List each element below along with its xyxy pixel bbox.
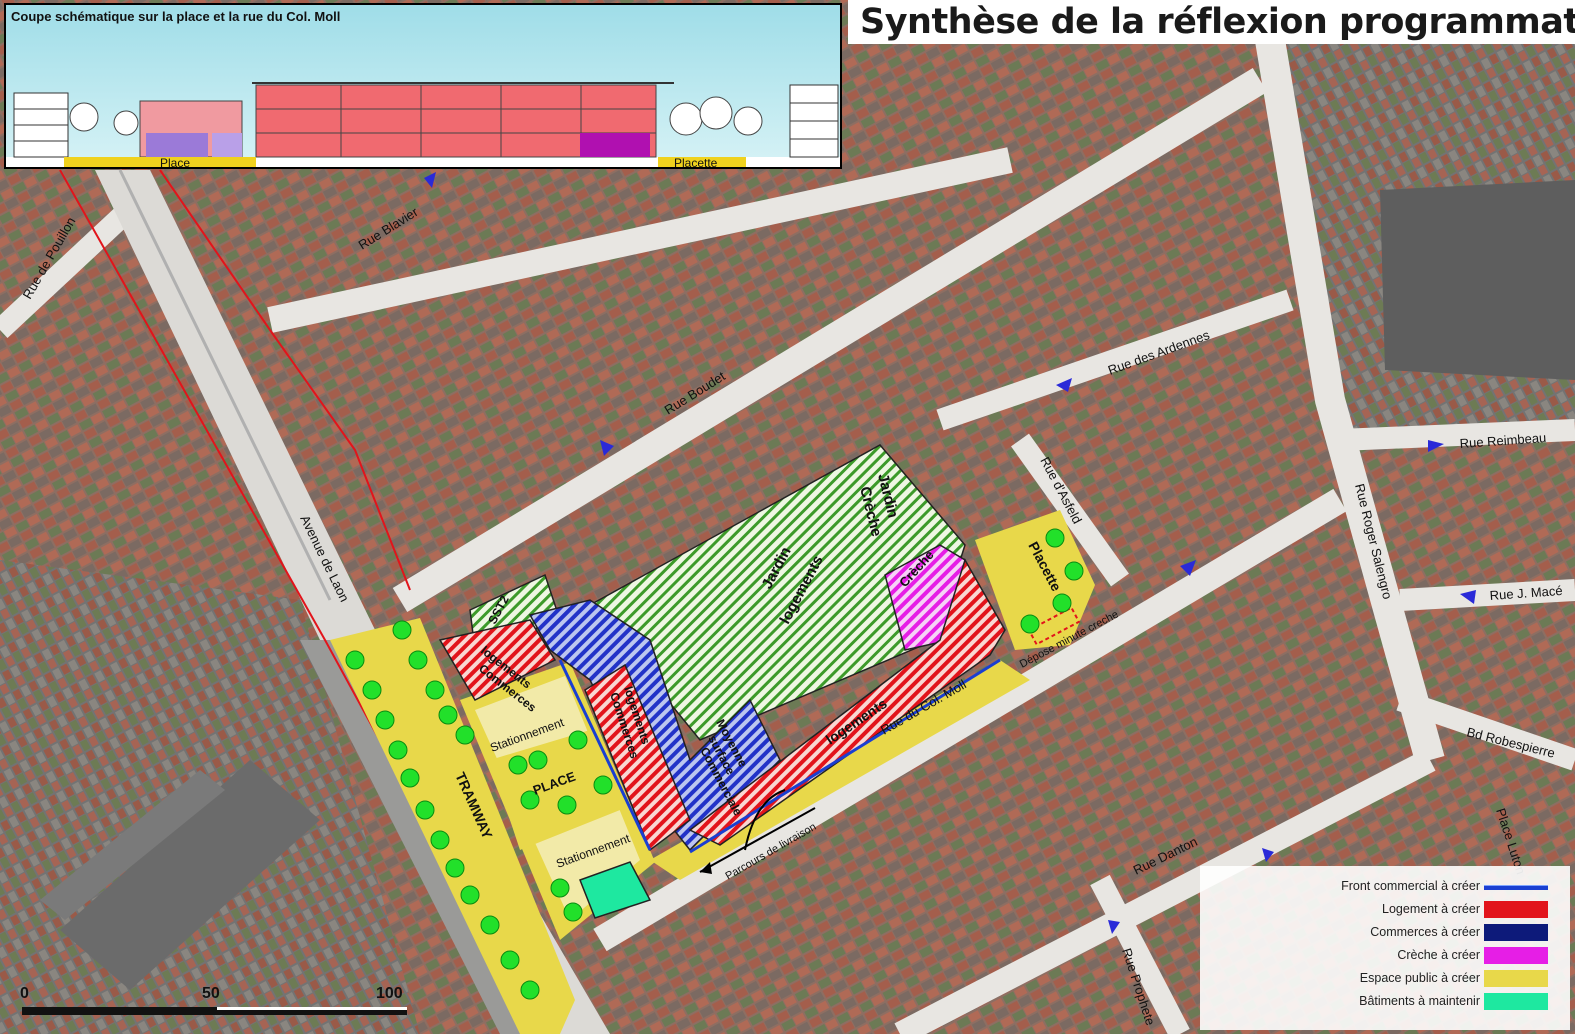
legend-label: Commerces à créer (1370, 925, 1480, 939)
legend-label: Bâtiments à maintenir (1359, 994, 1480, 1008)
section-title: Coupe schématique sur la place et la rue… (11, 9, 341, 24)
scale-label-50: 50 (202, 985, 220, 1002)
section-label-placette: Placette (674, 156, 718, 169)
legend-item-espace-public: Espace public à créer (1200, 968, 1550, 990)
scale-label-100: 100 (376, 985, 403, 1002)
legend-item-creche: Crèche à créer (1200, 945, 1550, 967)
legend-label: Logement à créer (1382, 902, 1480, 916)
page-title: Synthèse de la réflexion programmatique (848, 0, 1575, 44)
legend-swatch-teal (1484, 993, 1548, 1010)
legend-label: Espace public à créer (1359, 971, 1480, 985)
legend-swatch-red (1484, 901, 1548, 918)
legend: Front commercial à créer Logement à crée… (1200, 866, 1570, 1030)
scale-label-0: 0 (20, 985, 29, 1002)
legend-swatch-line (1484, 885, 1548, 890)
legend-item-batiments: Bâtiments à maintenir (1200, 991, 1550, 1013)
legend-swatch-yellow (1484, 970, 1548, 987)
legend-item-logement: Logement à créer (1200, 899, 1550, 921)
legend-item-commerces: Commerces à créer (1200, 922, 1550, 944)
legend-label: Crèche à créer (1397, 948, 1480, 962)
scale-bar: 0 50 100 (20, 985, 420, 1025)
legend-label: Front commercial à créer (1341, 879, 1480, 893)
section-label-place: Place (160, 156, 190, 169)
legend-swatch-navy (1484, 924, 1548, 941)
section-diagram: Place Placette Coupe schématique sur la … (4, 3, 842, 169)
scale-segment-2 (217, 1007, 407, 1015)
legend-swatch-pink (1484, 947, 1548, 964)
section-drawing: Place Placette (6, 5, 840, 169)
legend-item-front-commercial: Front commercial à créer (1200, 876, 1550, 898)
scale-segment-1 (22, 1007, 217, 1015)
